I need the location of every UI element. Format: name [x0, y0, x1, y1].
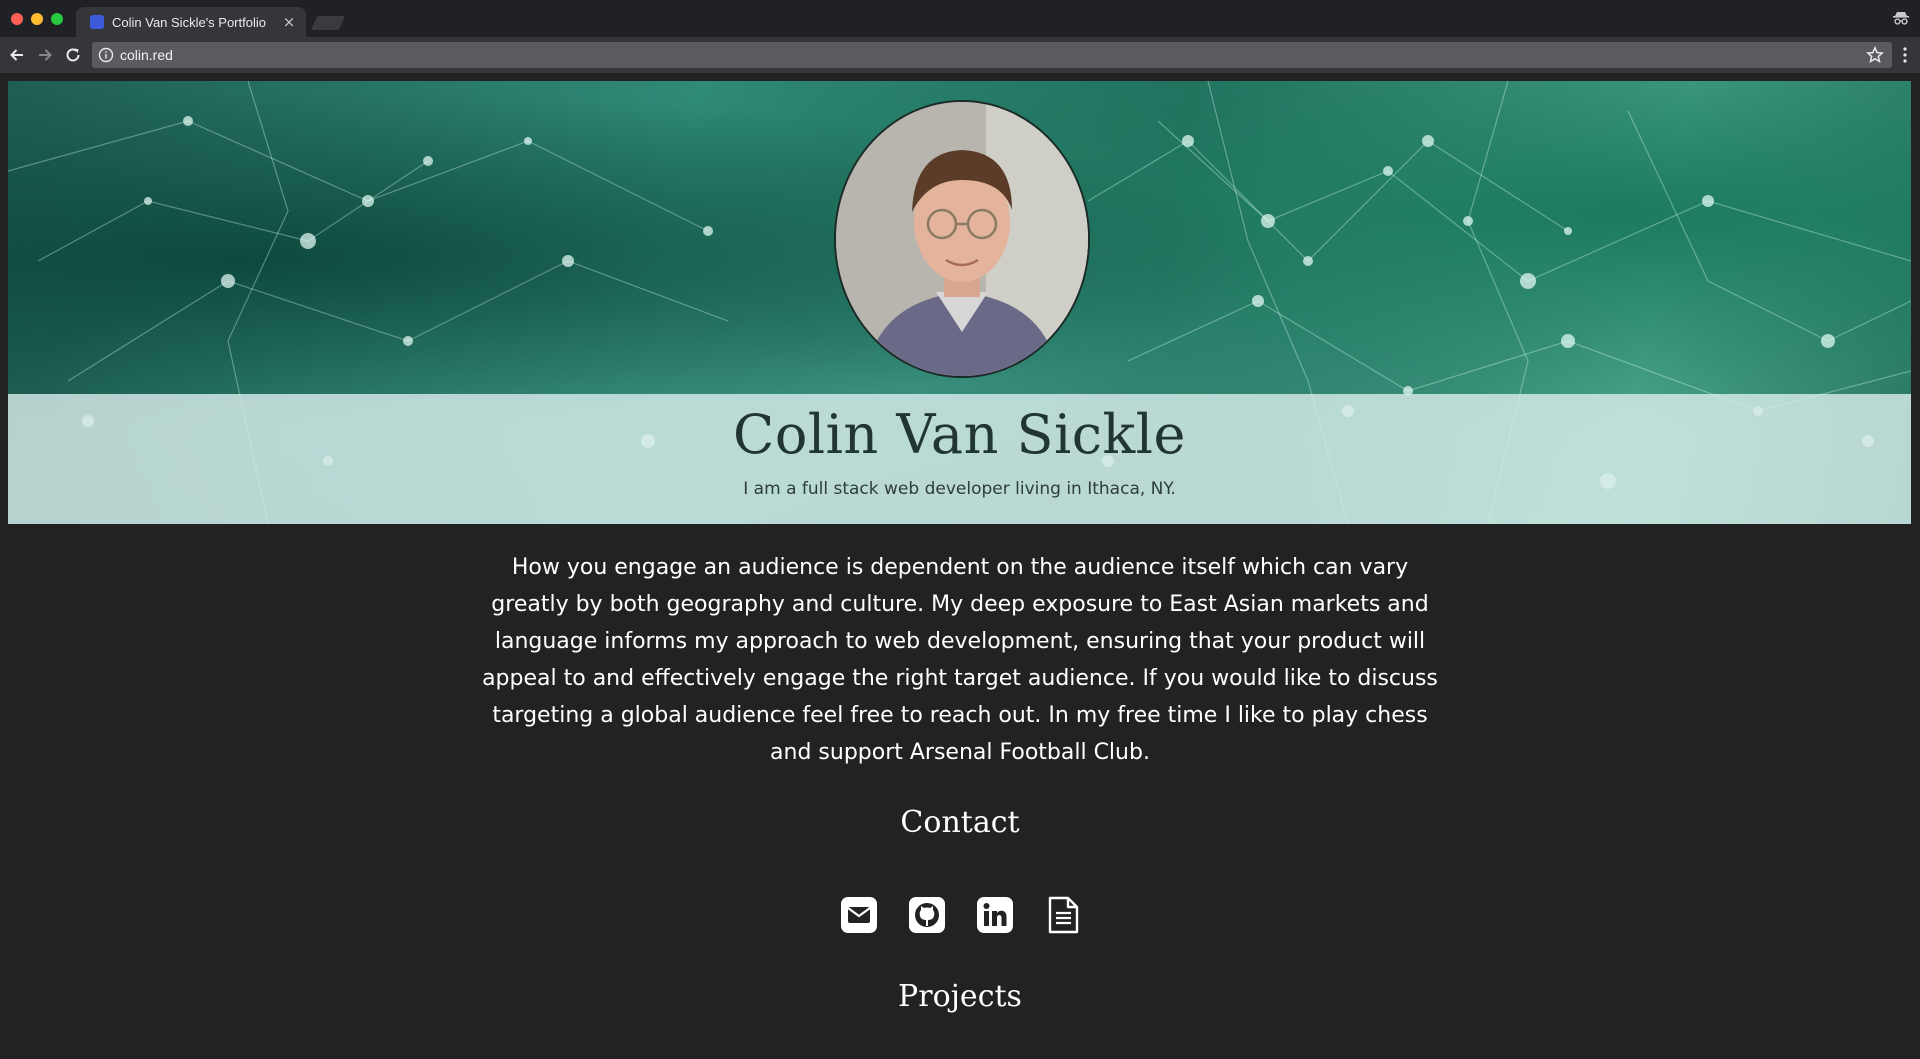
- linkedin-icon[interactable]: [975, 895, 1015, 935]
- tab-title: Colin Van Sickle's Portfolio: [112, 14, 266, 30]
- browser-toolbar: colin.red: [0, 37, 1920, 73]
- window-minimize-button[interactable]: [31, 13, 43, 25]
- reload-icon[interactable]: [64, 46, 82, 64]
- contact-links: [839, 895, 1083, 939]
- browser-tab[interactable]: Colin Van Sickle's Portfolio ×: [76, 7, 306, 37]
- github-icon[interactable]: [907, 895, 947, 935]
- url-text[interactable]: colin.red: [120, 47, 1866, 63]
- info-icon[interactable]: [98, 47, 114, 63]
- contact-heading: Contact: [900, 805, 1020, 840]
- page-title: Colin Van Sickle: [733, 403, 1186, 466]
- page-content: Colin Van Sickle I am a full stack web d…: [0, 73, 1920, 1059]
- document-icon[interactable]: [1043, 895, 1083, 935]
- favicon-icon: [90, 15, 104, 29]
- tab-close-icon[interactable]: ×: [282, 13, 296, 31]
- bookmark-star-icon[interactable]: [1866, 46, 1884, 64]
- back-arrow-icon[interactable]: [8, 46, 26, 64]
- hero-tagline: I am a full stack web developer living i…: [743, 479, 1176, 499]
- browser-menu-icon[interactable]: [1902, 46, 1908, 64]
- new-tab-button[interactable]: [310, 16, 346, 30]
- projects-heading: Projects: [898, 979, 1022, 1014]
- forward-arrow-icon[interactable]: [36, 46, 54, 64]
- bio-paragraph: How you engage an audience is dependent …: [482, 555, 1438, 765]
- window-close-button[interactable]: [11, 13, 23, 25]
- envelope-icon[interactable]: [839, 895, 879, 935]
- browser-tab-strip: Colin Van Sickle's Portfolio ×: [0, 0, 1920, 37]
- profile-photo: [834, 100, 1090, 378]
- incognito-icon: [1893, 12, 1909, 25]
- window-zoom-button[interactable]: [51, 13, 63, 25]
- hero-banner: Colin Van Sickle I am a full stack web d…: [8, 81, 1911, 524]
- address-bar[interactable]: colin.red: [92, 42, 1892, 68]
